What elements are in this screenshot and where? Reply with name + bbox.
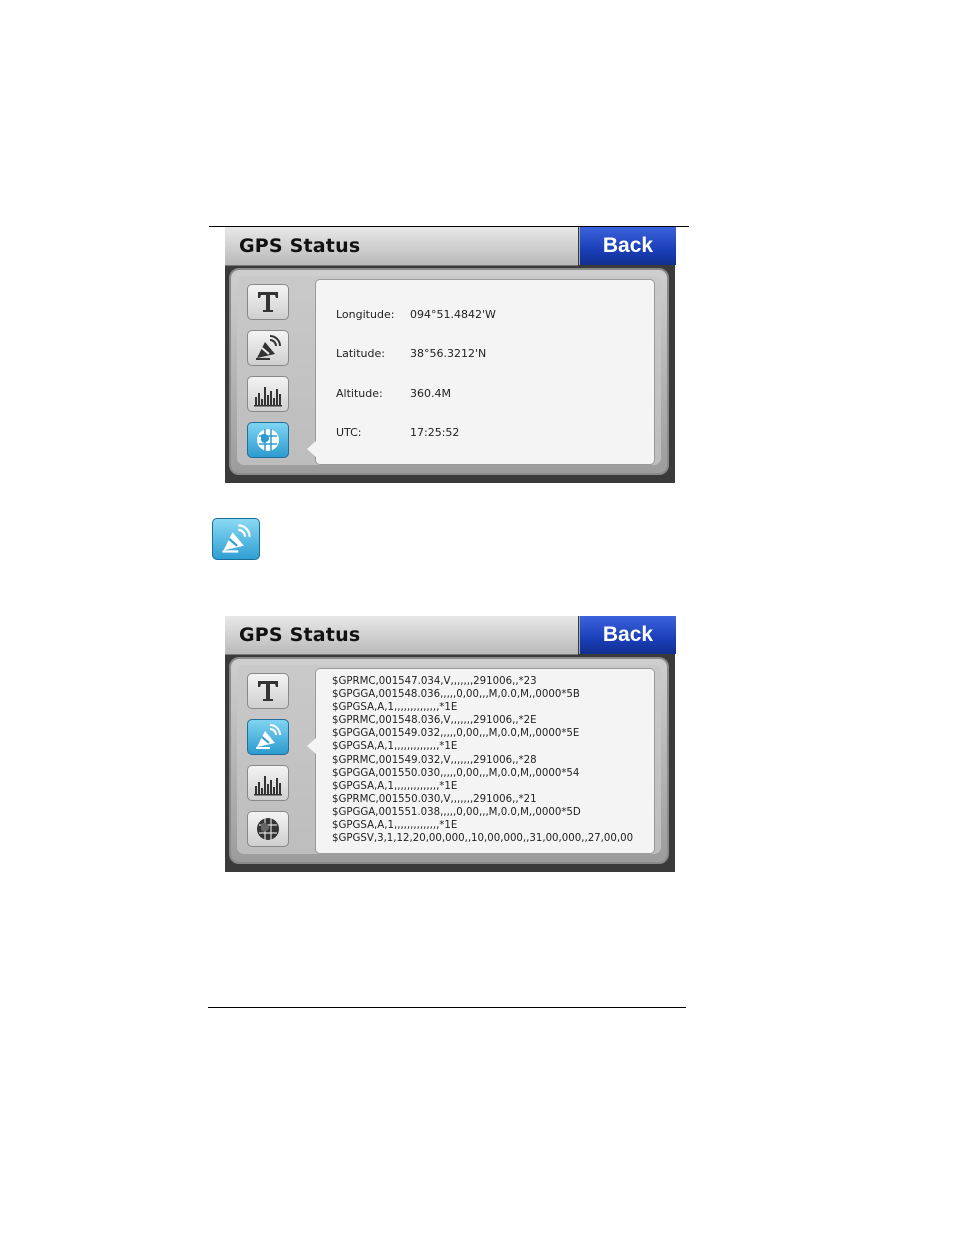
position-panel: Longitude: 094°51.4842'W Latitude: 38°56.3… — [315, 279, 655, 465]
longitude-value: 094°51.4842'W — [410, 308, 496, 321]
page-title: GPS Status — [239, 235, 361, 257]
nmea-line: $GPGGA,001551.038,,,,,0,00,,,M,0.0,M,,00… — [332, 806, 581, 818]
utc-label: UTC: — [336, 426, 362, 439]
latitude-row: Latitude: 38°56.3212'N — [336, 347, 486, 360]
nmea-button-callout — [212, 518, 260, 560]
gps-status-screen-nmea: GPS Status Back $GPRMC,001547.034,V,,,,,… — [225, 616, 676, 872]
nmea-line: $GPGSA,A,1,,,,,,,,,,,,,,*1E — [332, 780, 458, 792]
nmea-line: $GPRMC,001550.030,V,,,,,,,291006,,*21 — [332, 793, 537, 805]
satellite-dish-icon — [256, 335, 281, 360]
nmea-mode-button[interactable] — [247, 330, 289, 366]
title-bar: GPS Status — [225, 616, 578, 655]
altitude-value: 360.4M — [410, 387, 451, 400]
selection-pointer — [307, 738, 316, 754]
longitude-label: Longitude: — [336, 308, 395, 321]
longitude-row: Longitude: 094°51.4842'W — [336, 308, 496, 321]
signal-bars-icon — [254, 776, 282, 796]
nmea-panel: $GPRMC,001547.034,V,,,,,,,291006,,*23 $GP… — [315, 668, 655, 854]
back-button[interactable]: Back — [579, 227, 676, 265]
nmea-line: $GPGSA,A,1,,,,,,,,,,,,,,*1E — [332, 702, 458, 714]
utc-value: 17:25:52 — [410, 426, 460, 439]
utc-row: UTC: 17:25:52 — [336, 426, 459, 439]
selection-pointer — [307, 441, 316, 457]
globe-icon — [257, 429, 279, 451]
nmea-line: $GPRMC,001548.036,V,,,,,,,291006,,*2E — [332, 715, 537, 727]
altitude-row: Altitude: 360.4M — [336, 387, 451, 400]
nmea-line: $GPGGA,001549.032,,,,,0,00,,,M,0.0,M,,00… — [332, 728, 580, 740]
signal-bars-icon — [254, 387, 282, 407]
page-title: GPS Status — [239, 624, 361, 646]
nmea-line: $GPGSV,3,1,12,20,00,000,,10,00,000,,31,0… — [332, 833, 634, 845]
back-button[interactable]: Back — [579, 616, 676, 654]
nmea-mode-button[interactable] — [247, 719, 289, 755]
position-mode-button[interactable] — [247, 422, 289, 458]
nmea-sentence-list: $GPRMC,001547.034,V,,,,,,,291006,,*23 $GP… — [332, 675, 644, 845]
text-mode-button[interactable] — [247, 284, 289, 320]
text-mode-button[interactable] — [247, 673, 289, 709]
latitude-value: 38°56.3212'N — [410, 347, 487, 360]
title-bar: GPS Status — [225, 227, 578, 266]
signal-mode-button[interactable] — [247, 376, 289, 412]
nmea-line: $GPGGA,001548.036,,,,,0,00,,,M,0.0,M,,00… — [332, 689, 580, 701]
nmea-line: $GPRMC,001547.034,V,,,,,,,291006,,*23 — [332, 676, 537, 687]
nmea-line: $GPGSA,A,1,,,,,,,,,,,,,,*1E — [332, 820, 458, 832]
nmea-line: $GPGGA,001550.030,,,,,0,00,,,M,0.0,M,,00… — [332, 767, 580, 779]
nmea-line: $GPRMC,001549.032,V,,,,,,,291006,,*28 — [332, 754, 537, 766]
text-icon — [258, 681, 278, 701]
text-icon — [258, 292, 278, 312]
bottom-rule — [208, 1007, 686, 1008]
nmea-line: $GPGSA,A,1,,,,,,,,,,,,,,*1E — [332, 741, 458, 753]
altitude-label: Altitude: — [336, 387, 383, 400]
position-mode-button[interactable] — [247, 811, 289, 847]
globe-icon — [257, 818, 279, 840]
gps-status-screen-position: GPS Status Back Longitude: 094°51.4842'W… — [225, 227, 676, 483]
latitude-label: Latitude: — [336, 347, 385, 360]
satellite-dish-icon — [222, 524, 251, 553]
signal-mode-button[interactable] — [247, 765, 289, 801]
satellite-dish-icon — [256, 724, 281, 749]
